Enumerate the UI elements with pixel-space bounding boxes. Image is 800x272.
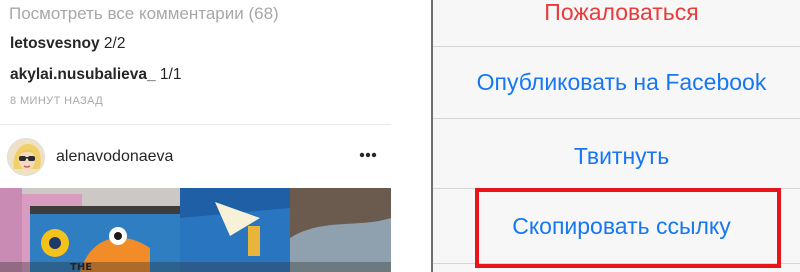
post-divider — [0, 124, 391, 125]
comment-row: letosvesnoy 2/2 — [10, 35, 125, 53]
avatar-icon[interactable] — [7, 138, 45, 176]
view-all-comments-link[interactable]: Посмотреть все комментарии (68) — [9, 4, 279, 24]
sheet-divider — [433, 46, 800, 47]
share-sheet-panel: Пожаловаться Опубликовать на Facebook Тв… — [431, 0, 800, 272]
svg-text:THE: THE — [70, 262, 92, 272]
screenshot-gutter — [391, 0, 431, 272]
comment-text: 2/2 — [103, 35, 126, 52]
comment-username[interactable]: akylai.nusubalieva_ — [10, 66, 156, 83]
more-horizontal-icon[interactable] — [356, 145, 380, 165]
comment-row: akylai.nusubalieva_ 1/1 — [10, 66, 181, 84]
tweet-button[interactable]: Твитнуть — [433, 126, 800, 186]
post-photo[interactable]: THE — [0, 188, 391, 272]
copy-link-highlight-frame — [475, 188, 781, 268]
feed-panel: Посмотреть все комментарии (68) letosves… — [0, 0, 391, 272]
report-button[interactable]: Пожаловаться — [433, 0, 800, 32]
post-timestamp: 8 МИНУТ НАЗАД — [10, 95, 104, 107]
share-facebook-button[interactable]: Опубликовать на Facebook — [433, 52, 800, 112]
sheet-divider — [433, 118, 800, 119]
comment-username[interactable]: letosvesnoy — [10, 35, 100, 52]
post-author-username[interactable]: alenavodonaeva — [56, 148, 173, 166]
comment-text: 1/1 — [159, 66, 182, 83]
